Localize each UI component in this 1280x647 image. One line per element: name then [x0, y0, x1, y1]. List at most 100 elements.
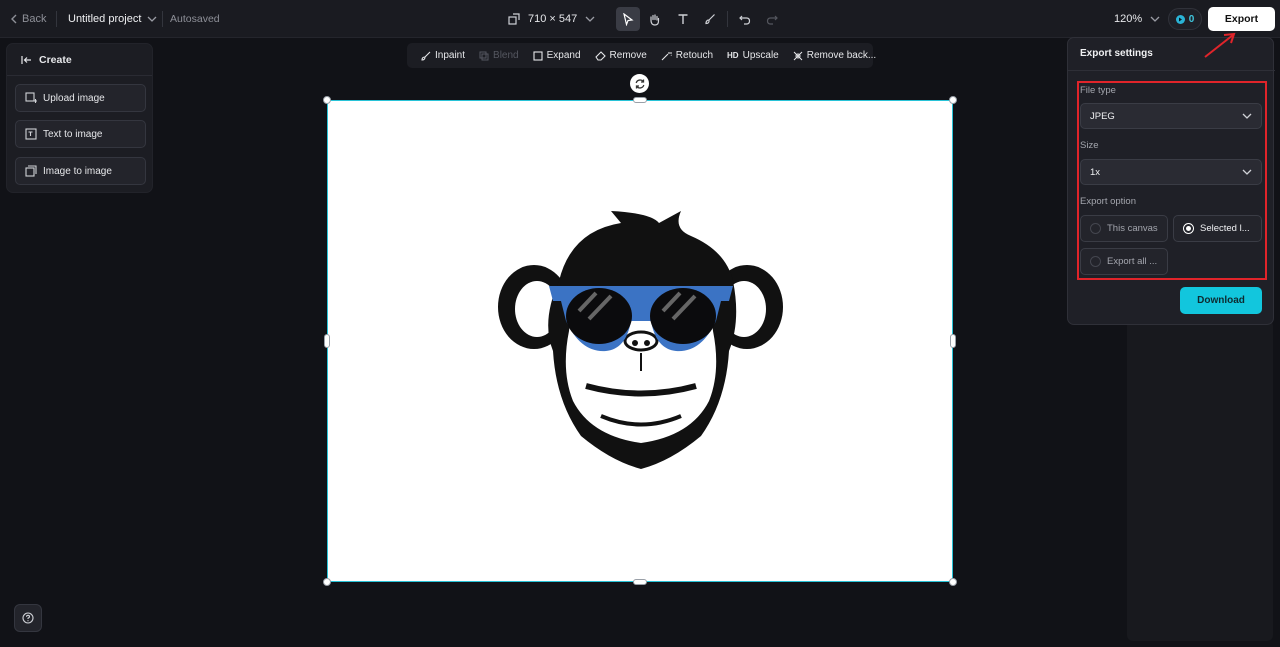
- blend-icon: [479, 51, 489, 60]
- inpaint-icon: [421, 51, 431, 61]
- ai-item-label: Inpaint: [435, 50, 466, 61]
- help-icon: [22, 612, 34, 624]
- right-side-panel: [1127, 320, 1273, 641]
- redo-button[interactable]: [760, 7, 784, 31]
- create-item-label: Image to image: [43, 165, 112, 177]
- file-type-label: File type: [1080, 85, 1116, 96]
- create-panel-title: Create: [39, 53, 72, 66]
- resize-handle-bottom-right[interactable]: [949, 578, 957, 586]
- create-panel: Create Upload image Text to image Image …: [6, 43, 153, 193]
- hand-tool-button[interactable]: [642, 7, 666, 31]
- select-tool-button[interactable]: [616, 7, 640, 31]
- create-item-label: Text to image: [43, 128, 103, 140]
- text-icon: [678, 14, 688, 24]
- resize-handle-top-right[interactable]: [949, 96, 957, 104]
- back-label: Back: [22, 13, 47, 25]
- canvas-size-dropdown[interactable]: 710 × 547: [508, 0, 595, 38]
- expand-icon: [533, 50, 543, 61]
- resize-icon: [508, 13, 520, 25]
- resize-handle-bottom-left[interactable]: [323, 578, 331, 586]
- blend-button[interactable]: Blend: [472, 43, 526, 68]
- canvas-image[interactable]: [327, 100, 953, 582]
- export-option-selected-layers[interactable]: Selected l...: [1173, 215, 1262, 242]
- chevron-down-icon: [1242, 113, 1252, 119]
- size-value: 1x: [1090, 166, 1101, 178]
- resize-handle-top-left[interactable]: [323, 96, 331, 104]
- arrow-left-bar-icon: [21, 55, 31, 64]
- image-to-image-button[interactable]: Image to image: [15, 157, 146, 185]
- text-tool-button[interactable]: [671, 7, 695, 31]
- divider: [727, 11, 728, 27]
- size-select[interactable]: 1x: [1080, 159, 1262, 185]
- export-option-export-all[interactable]: Export all ...: [1080, 248, 1168, 275]
- export-option-this-canvas[interactable]: This canvas: [1080, 215, 1168, 242]
- inpaint-button[interactable]: Inpaint: [414, 43, 472, 68]
- expand-button[interactable]: Expand: [526, 43, 588, 68]
- hd-icon: HD: [727, 51, 739, 60]
- resize-handle-right[interactable]: [950, 334, 956, 348]
- zoom-level: 120%: [1114, 13, 1143, 25]
- export-settings-title: Export settings: [1080, 48, 1153, 59]
- upscale-button[interactable]: HD Upscale: [720, 43, 786, 68]
- project-name-dropdown[interactable]: Untitled project: [68, 0, 157, 38]
- brush-icon: [705, 14, 715, 25]
- cursor-icon: [623, 12, 634, 26]
- credits-badge[interactable]: 0: [1168, 8, 1202, 30]
- rotate-icon: [635, 78, 644, 89]
- divider: [162, 11, 163, 27]
- top-bar: Back Untitled project Autosaved 710 × 54…: [0, 0, 1280, 38]
- upload-image-icon: [25, 92, 37, 103]
- ai-toolbar: Inpaint Blend Expand Remove Retouch HD U…: [407, 43, 876, 68]
- undo-button[interactable]: [733, 7, 757, 31]
- autosave-status: Autosaved: [170, 13, 220, 25]
- help-button[interactable]: [14, 604, 42, 632]
- resize-handle-left[interactable]: [324, 334, 330, 348]
- download-button[interactable]: Download: [1180, 287, 1262, 314]
- chevron-down-icon: [1150, 16, 1160, 22]
- remove-background-button[interactable]: Remove back...: [786, 43, 883, 68]
- chevron-left-icon: [11, 14, 17, 24]
- credit-icon: [1175, 14, 1185, 24]
- file-type-value: JPEG: [1090, 110, 1115, 122]
- export-option-label: Export option: [1080, 196, 1136, 207]
- chevron-down-icon: [1242, 169, 1252, 175]
- upload-image-button[interactable]: Upload image: [15, 84, 146, 112]
- retouch-button[interactable]: Retouch: [654, 43, 720, 68]
- divider: [1068, 70, 1275, 71]
- back-button[interactable]: Back: [10, 0, 46, 38]
- ai-item-label: Blend: [493, 50, 519, 61]
- rotate-handle[interactable]: [630, 74, 649, 93]
- radio-icon: [1090, 223, 1101, 234]
- radio-icon: [1090, 256, 1101, 267]
- create-item-label: Upload image: [43, 92, 105, 104]
- redo-icon: [766, 15, 778, 25]
- chevron-down-icon: [585, 16, 595, 22]
- resize-handle-bottom[interactable]: [633, 579, 647, 585]
- size-label: Size: [1080, 140, 1099, 151]
- divider: [56, 11, 57, 27]
- resize-handle-top[interactable]: [633, 97, 647, 103]
- eraser-icon: [594, 50, 606, 61]
- zoom-dropdown[interactable]: 120%: [1114, 0, 1160, 38]
- remove-button[interactable]: Remove: [588, 43, 654, 68]
- remove-background-icon: [793, 51, 803, 60]
- ai-item-label: Retouch: [675, 50, 714, 61]
- ai-item-label: Upscale: [742, 50, 779, 61]
- project-name: Untitled project: [68, 13, 142, 25]
- text-to-image-button[interactable]: Text to image: [15, 120, 146, 148]
- magic-wand-icon: [661, 51, 672, 60]
- export-button[interactable]: Export: [1208, 7, 1275, 31]
- ai-item-label: Remove: [609, 50, 647, 61]
- create-panel-header[interactable]: Create: [7, 44, 152, 76]
- undo-icon: [739, 15, 751, 25]
- radio-selected-icon: [1183, 223, 1194, 234]
- hand-icon: [649, 13, 659, 26]
- ai-item-label: Expand: [546, 50, 581, 61]
- export-option-label: Selected l...: [1200, 223, 1250, 234]
- file-type-select[interactable]: JPEG: [1080, 103, 1262, 129]
- ai-item-label: Remove back...: [806, 50, 877, 61]
- image-to-image-icon: [25, 165, 37, 177]
- credits-count: 0: [1188, 13, 1195, 25]
- monkey-sunglasses-image: [498, 211, 783, 469]
- brush-tool-button[interactable]: [698, 7, 722, 31]
